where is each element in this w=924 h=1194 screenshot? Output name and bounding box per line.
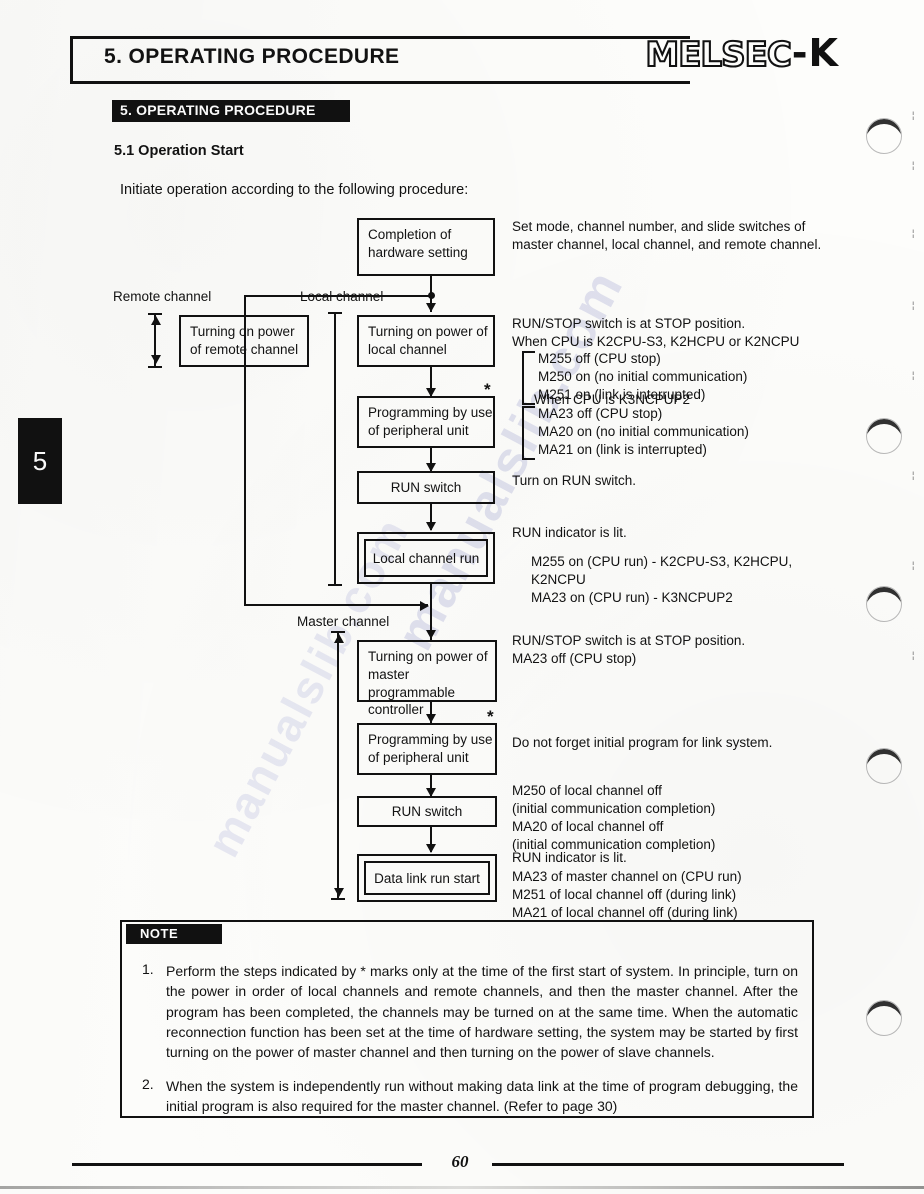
intro-paragraph: Initiate operation according to the foll… bbox=[120, 182, 469, 198]
scan-fleck: ¦ bbox=[912, 370, 915, 380]
flow-box-local-channel-run: Local channel run bbox=[357, 532, 495, 584]
annotation-local-run-head: RUN indicator is lit. bbox=[512, 525, 627, 540]
annotation-k3-relays: MA23 off (CPU stop) MA20 on (no initial … bbox=[538, 406, 749, 457]
note-item-number-2: 2. bbox=[142, 1076, 154, 1092]
bracket-master-arrow-up bbox=[334, 634, 344, 643]
scan-fleck: ¦ bbox=[912, 470, 915, 480]
annotation-master-prog: Do not forget initial program for link s… bbox=[512, 735, 773, 750]
annotation-master-power: RUN/STOP switch is at STOP position. MA2… bbox=[512, 633, 746, 666]
melsec-logo: MELSEC - K bbox=[644, 31, 838, 75]
bracket-local-channel bbox=[334, 313, 336, 585]
flow-box-data-link-run-start-label: Data link run start bbox=[364, 861, 490, 895]
binding-hole-icon bbox=[866, 586, 902, 622]
annotation-datalink-relays: MA23 of master channel on (CPU run) M251… bbox=[512, 869, 742, 920]
binding-hole-icon bbox=[866, 1000, 902, 1036]
flow-box-data-link-run-start: Data link run start bbox=[357, 854, 497, 902]
bracket-master-arrow-down bbox=[334, 888, 344, 897]
bracket-local-bottom-tick bbox=[328, 584, 342, 586]
flow-box-master-run-switch: RUN switch bbox=[357, 796, 497, 827]
bracket-local-top-tick bbox=[328, 312, 342, 314]
subsection-heading: 5.1 Operation Start bbox=[114, 143, 244, 159]
scan-fleck: ¦ bbox=[912, 228, 915, 238]
arrow-to-master-power bbox=[426, 630, 436, 639]
bracket-remote-arrow-up bbox=[151, 316, 161, 325]
annotation-local-power-head: RUN/STOP switch is at STOP position. Whe… bbox=[512, 316, 800, 349]
flow-box-completion: Completion of hardware setting bbox=[357, 218, 495, 276]
annotation-local-run-switch: Turn on RUN switch. bbox=[512, 473, 637, 488]
brand-name: MELSEC bbox=[644, 35, 792, 75]
bracket-master-top-tick bbox=[331, 631, 345, 633]
note-tag-label: NOTE bbox=[140, 926, 179, 941]
scan-fleck: ¦ bbox=[912, 650, 915, 660]
bracket-master-bottom-tick bbox=[331, 898, 345, 900]
connector-to-remote bbox=[244, 295, 246, 315]
annotation-master-run-switch: M250 of local channel off (initial commu… bbox=[512, 783, 716, 852]
flow-box-master-power: Turning on power of master programmable … bbox=[357, 640, 497, 717]
flow-box-local-programming: Programming by use of peripheral unit bbox=[357, 396, 495, 448]
section-banner-label: 5. OPERATING PROCEDURE bbox=[120, 102, 316, 118]
binding-hole-icon bbox=[866, 418, 902, 454]
flow-box-local-power: Turning on power of local channel bbox=[357, 315, 495, 367]
binding-hole-icon bbox=[866, 748, 902, 784]
arrow-to-datalink bbox=[426, 844, 436, 853]
manual-page: manualslib.com manualslib.com 5. OPERATI… bbox=[0, 0, 924, 1194]
flow-box-remote-power: Turning on power of remote channel bbox=[179, 315, 309, 367]
flow-box-master-programming: Programming by use of peripheral unit bbox=[357, 723, 497, 775]
label-local-channel: Local channel bbox=[300, 289, 384, 304]
label-remote-channel: Remote channel bbox=[113, 289, 212, 304]
annotation-datalink-head: RUN indicator is lit. bbox=[512, 850, 627, 865]
scan-fleck: ¦ bbox=[912, 560, 915, 570]
scan-edge-artifact bbox=[0, 1186, 924, 1189]
bracket-remote-arrow-down bbox=[151, 355, 161, 364]
note-item-text-1: Perform the steps indicated by * marks o… bbox=[166, 963, 798, 1061]
brand-suffix: K bbox=[808, 31, 838, 75]
brand-dash: - bbox=[791, 31, 808, 75]
label-master-channel: Master channel bbox=[297, 614, 390, 629]
flow-box-local-run-switch: RUN switch bbox=[357, 471, 495, 504]
binding-hole-icon bbox=[866, 118, 902, 154]
page-title: 5. OPERATING PROCEDURE bbox=[104, 45, 400, 68]
footer-rule-right bbox=[492, 1163, 844, 1166]
note-item-text-2: When the system is independently run wit… bbox=[166, 1078, 798, 1115]
flow-box-local-channel-run-label: Local channel run bbox=[364, 539, 488, 577]
bracket-master-channel bbox=[337, 632, 339, 900]
connector-branch-rejoin bbox=[244, 604, 428, 606]
annotation-local-run-relays: M255 on (CPU run) - K2CPU-S3, K2HCPU, K2… bbox=[531, 554, 793, 605]
arrow-to-local-power bbox=[426, 303, 436, 312]
bracket-remote-top-tick bbox=[148, 313, 162, 315]
scan-fleck: ¦ bbox=[912, 110, 915, 120]
arrow-to-local-run bbox=[426, 522, 436, 531]
scan-fleck: ¦ bbox=[912, 160, 915, 170]
bracket-remote-bottom-tick bbox=[148, 366, 162, 368]
note-item-number-1: 1. bbox=[142, 961, 154, 977]
chapter-tab-number: 5 bbox=[32, 445, 48, 476]
scan-fleck: ¦ bbox=[912, 300, 915, 310]
arrow-to-master-prog bbox=[426, 714, 436, 723]
annotation-hardware-setting: Set mode, channel number, and slide swit… bbox=[512, 219, 822, 252]
page-number: 60 bbox=[451, 1152, 469, 1171]
brace-k3-relays bbox=[522, 406, 535, 460]
footer-rule-left bbox=[72, 1163, 422, 1166]
arrow-rejoin-main bbox=[420, 600, 429, 611]
